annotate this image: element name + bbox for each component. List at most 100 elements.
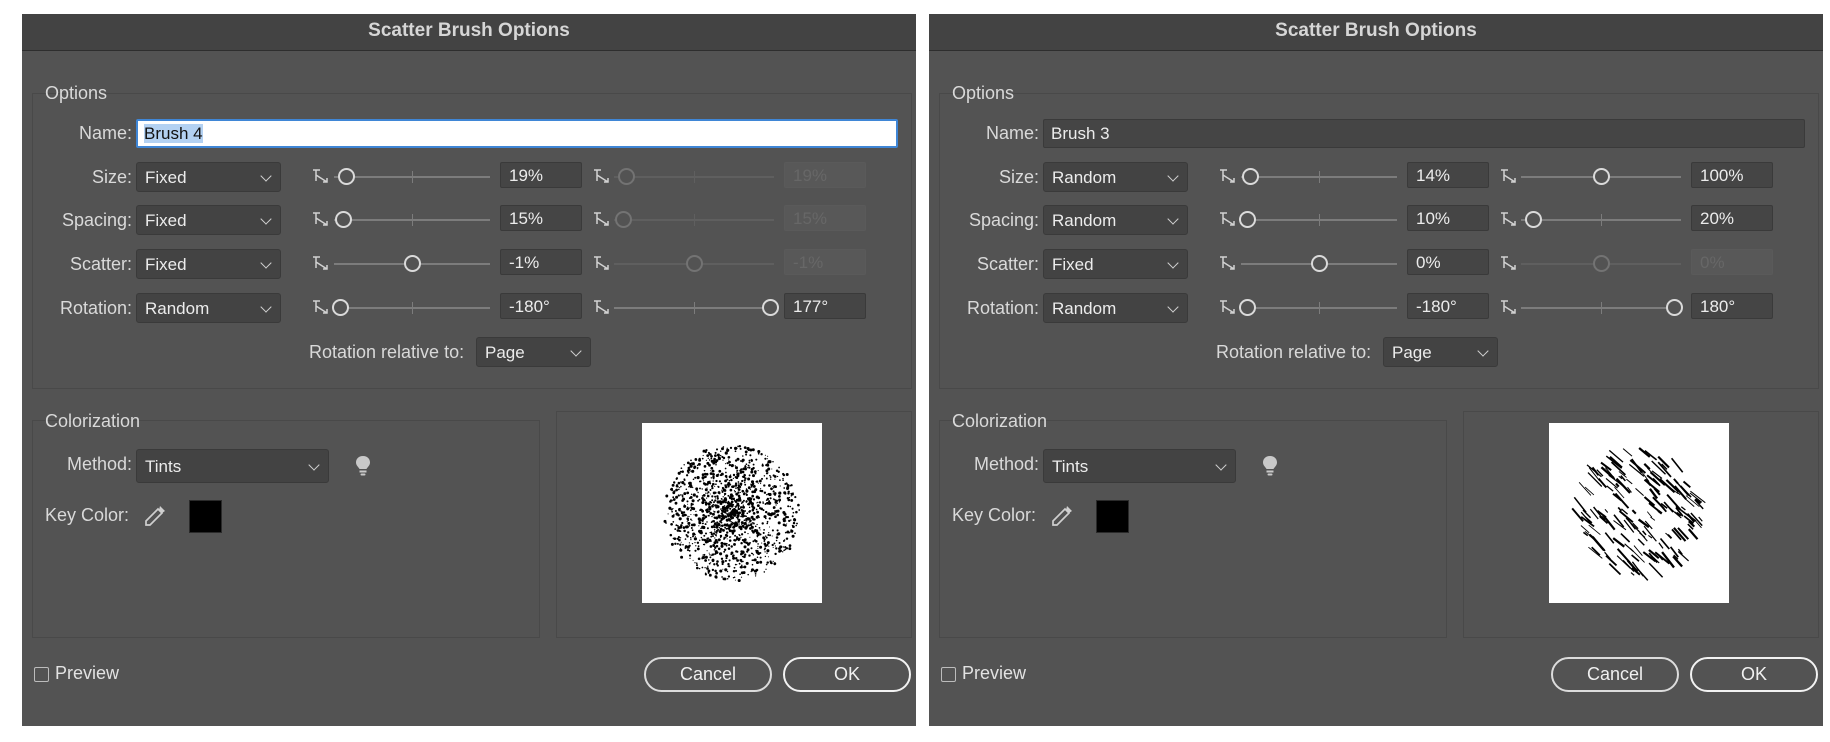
size-max-slider[interactable] [1521,167,1681,185]
slider-knob [1592,254,1610,272]
rotation-method-value: Random [1052,299,1117,318]
slider-knob [618,167,636,185]
size-label: Size: [998,167,1039,187]
scatter-label: Scatter: [976,254,1039,274]
variation-icon [313,212,328,226]
slider-knob[interactable] [337,167,355,185]
rotation-max-slider[interactable] [1521,298,1684,316]
size-method-dropdown[interactable]: Random [1043,162,1188,192]
tips-bulb-icon[interactable] [1262,455,1278,477]
chevron-down-icon [1167,301,1179,313]
method-label: Method: [66,454,132,474]
scatter-method-dropdown[interactable]: Fixed [1043,249,1188,279]
scatter-max-slider [1521,254,1681,272]
key-color-swatch[interactable] [189,500,222,533]
rotation-relative-dropdown[interactable]: Page [476,337,591,367]
name-value: Brush 3 [1051,124,1110,143]
size-min-slider[interactable] [1241,167,1397,185]
key-color-label: Key Color: [45,505,130,525]
scatter-method-dropdown[interactable]: Fixed [136,249,281,279]
rotation-method-dropdown[interactable]: Random [1043,293,1188,323]
slider-knob[interactable] [334,210,352,228]
chevron-down-icon [570,345,582,357]
scatter-min-slider[interactable] [1241,254,1397,272]
variation-icon [1501,212,1516,226]
preview-checkbox-label: Preview [55,663,120,683]
variation-icon [594,256,609,270]
scatter-min-slider[interactable] [334,254,490,272]
colorization-method-dropdown[interactable]: Tints [1043,449,1236,483]
chevron-down-icon [1167,170,1179,182]
chevron-down-icon [1215,459,1227,471]
options-group-label: Options [952,83,1015,103]
preview-checkbox[interactable] [941,667,956,682]
size-max-slider [614,167,774,185]
slider-knob[interactable] [1238,298,1256,316]
slider-knob[interactable] [403,254,421,272]
slider-knob[interactable] [1238,210,1256,228]
spacing-max-field: 15% [784,205,866,231]
size-method-dropdown[interactable]: Fixed [136,162,281,192]
spacing-max-field[interactable]: 20% [1691,205,1773,231]
spacing-label: Spacing: [61,210,132,230]
rotation-relative-dropdown[interactable]: Page [1383,337,1498,367]
spacing-min-field[interactable]: 15% [500,205,582,231]
spacing-method-value: Random [1052,211,1117,230]
method-label: Method: [973,454,1039,474]
eyedropper-icon[interactable] [1049,503,1075,529]
rotation-method-value: Random [145,299,210,318]
spacing-max-slider[interactable] [1521,210,1681,228]
chevron-down-icon [308,459,320,471]
rotation-max-field[interactable]: 177° [784,293,866,319]
eyedropper-icon[interactable] [142,503,168,529]
spacing-method-dropdown[interactable]: Random [1043,205,1188,235]
size-method-value: Fixed [145,168,187,187]
cancel-button[interactable]: Cancel [1551,657,1679,692]
variation-icon [1501,169,1516,183]
scatter-min-field[interactable]: 0% [1407,249,1489,275]
chevron-down-icon [260,170,272,182]
scatter-method-value: Fixed [145,255,187,274]
rotation-max-field[interactable]: 180° [1691,293,1773,319]
slider-knob[interactable] [1310,254,1328,272]
rotation-min-field[interactable]: -180° [1407,293,1489,319]
key-color-swatch[interactable] [1096,500,1129,533]
slider-knob[interactable] [331,298,349,316]
preview-checkbox-label: Preview [962,663,1027,683]
size-max-field[interactable]: 100% [1691,162,1773,188]
brush-preview [642,423,822,603]
slider-knob[interactable] [1666,298,1684,316]
spacing-min-slider[interactable] [1238,210,1397,228]
rotation-max-slider[interactable] [614,298,780,316]
ok-button[interactable]: OK [1690,657,1818,692]
brush-preview [1549,423,1729,603]
rotation-label: Rotation: [59,298,132,318]
slider-knob[interactable] [1592,167,1610,185]
name-label: Name: [985,123,1039,143]
spacing-method-dropdown[interactable]: Fixed [136,205,281,235]
ok-button[interactable]: OK [783,657,911,692]
size-min-field[interactable]: 14% [1407,162,1489,188]
colorization-method-dropdown[interactable]: Tints [136,449,329,483]
preview-checkbox[interactable] [34,667,49,682]
scatter-min-field[interactable]: -1% [500,249,582,275]
rotation-min-field[interactable]: -180° [500,293,582,319]
size-min-field[interactable]: 19% [500,162,582,188]
name-label: Name: [78,123,132,143]
slider-knob[interactable] [762,298,780,316]
rotation-min-slider[interactable] [331,298,490,316]
variation-icon [313,169,328,183]
size-min-slider[interactable] [334,167,490,185]
dialog-title: Scatter Brush Options [22,14,916,51]
rotation-method-dropdown[interactable]: Random [136,293,281,323]
name-field[interactable]: Brush 3 [1043,119,1805,148]
rotation-min-slider[interactable] [1238,298,1397,316]
name-field[interactable]: Brush 4 [136,119,898,148]
slider-knob[interactable] [1241,167,1259,185]
size-max-field: 19% [784,162,866,188]
slider-knob[interactable] [1525,210,1543,228]
cancel-button[interactable]: Cancel [644,657,772,692]
tips-bulb-icon[interactable] [355,455,371,477]
spacing-min-field[interactable]: 10% [1407,205,1489,231]
spacing-min-slider[interactable] [334,210,490,228]
